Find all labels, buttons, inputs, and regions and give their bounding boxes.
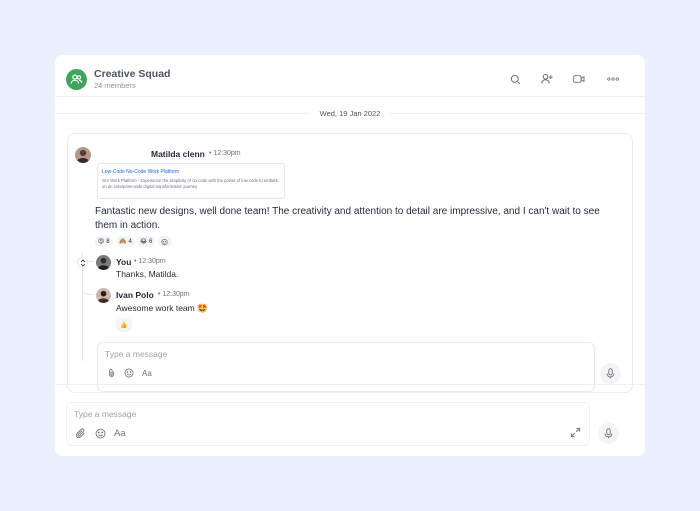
attachment-icon[interactable] [74,427,86,439]
message-text: Fantastic new designs, well done team! T… [95,206,600,231]
message-time: • 12:30pm [209,150,241,157]
chat-header: Creative Squad 24 members [55,55,645,97]
thread-mic-button[interactable] [600,363,621,384]
reaction-emoji: 👍 [120,322,128,329]
reaction-chip[interactable]: 👍 [116,318,132,332]
add-user-icon[interactable] [541,73,553,85]
reaction-chip[interactable]: 😍 8 [95,236,113,247]
thread-input-placeholder: Type a message [105,349,168,359]
link-preview-description: Our Work Platform - Experience the simpl… [102,178,278,189]
link-preview[interactable]: Low-Code No-Code Work Platform Our Work … [97,163,285,199]
attachment-icon[interactable] [106,368,116,378]
format-text-button[interactable]: Aa [142,367,152,379]
avatar-you[interactable] [96,255,111,270]
video-icon[interactable] [573,73,585,85]
member-count: 24 members [94,81,136,90]
group-name[interactable]: Creative Squad [94,68,170,80]
thread-branch [82,285,94,295]
composer-placeholder: Type a message [74,409,137,419]
chevron-up-down-icon [80,258,85,267]
group-avatar[interactable] [66,69,87,90]
add-emoji-icon [161,238,168,245]
link-preview-title[interactable]: Low-Code No-Code Work Platform [102,169,179,175]
reply-text: Awesome work team 🤩 [116,303,208,313]
collapse-thread-button[interactable] [77,257,88,268]
more-icon[interactable] [606,73,620,85]
expand-icon[interactable] [569,426,581,438]
composer-mic-button[interactable] [598,423,619,444]
reaction-count: 4 [128,238,132,245]
avatar-matilda[interactable] [75,147,91,163]
group-icon [70,74,83,84]
avatar-ivan[interactable] [96,288,111,303]
search-icon[interactable] [509,73,521,85]
reaction-chip[interactable]: 🙈 4 [116,236,135,247]
microphone-icon [606,368,615,379]
reaction-count: 8 [106,238,110,245]
reply-time: • 12:30pm [158,291,190,298]
reply-text: Thanks, Matilda. [116,269,179,279]
reaction-emoji: 😂 [140,239,148,245]
emoji-icon[interactable] [94,427,106,439]
message-composer[interactable]: Type a message Aa [66,402,590,446]
reaction-chip[interactable]: 😂 6 [137,236,156,247]
format-text-button[interactable]: Aa [114,426,126,440]
add-reaction-button[interactable] [158,236,172,247]
message-author[interactable]: Matilda clenn [151,149,205,159]
date-divider: Wed, 19 Jan 2022 [310,106,390,121]
reply-author[interactable]: You [116,257,131,267]
microphone-icon [604,428,613,439]
reaction-emoji: 😍 [98,239,105,245]
thread-line [82,253,83,361]
chat-window: Creative Squad 24 members Wed, 19 Jan 20… [55,55,645,456]
reaction-count: 6 [149,238,153,245]
reaction-emoji: 🙈 [119,239,127,245]
reply-time: • 12:30pm [134,258,166,265]
emoji-icon[interactable] [124,368,134,378]
reply-author[interactable]: Ivan Polo [116,290,154,300]
composer-separator [55,384,645,385]
